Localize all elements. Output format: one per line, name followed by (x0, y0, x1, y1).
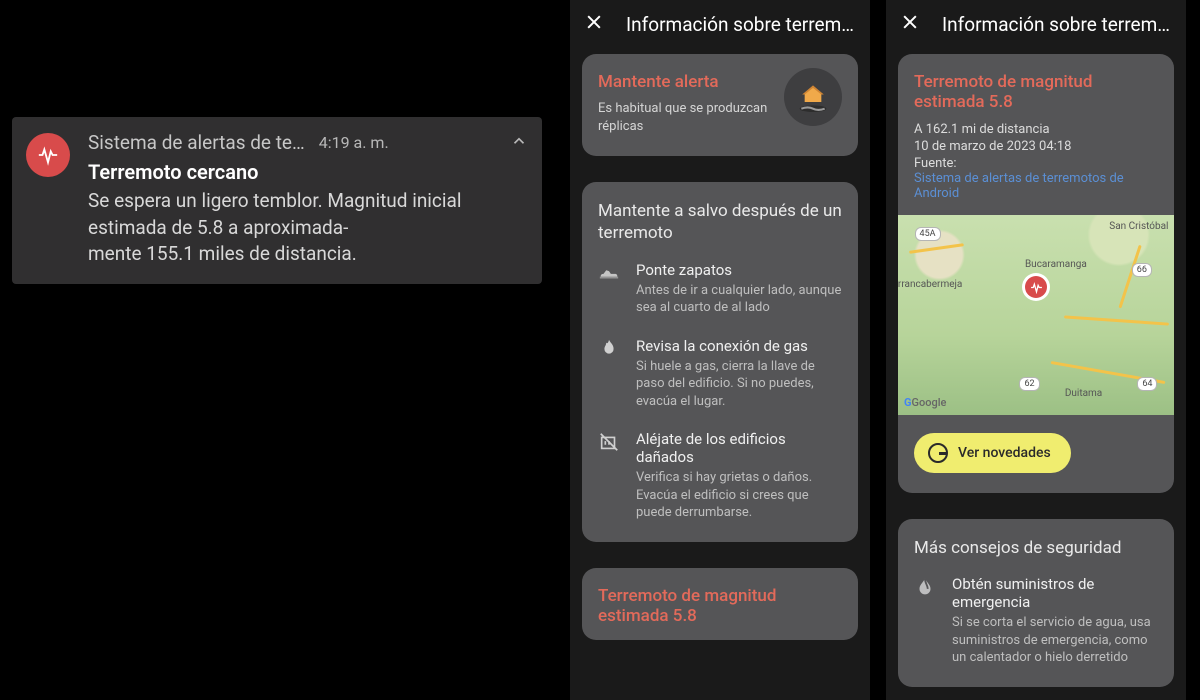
see-news-button[interactable]: Ver novedades (914, 433, 1071, 473)
tip-desc: Antes de ir a cualquier lado, aunque sea… (636, 282, 842, 317)
stay-alert-title: Mantente alerta (598, 72, 770, 92)
tip-label: Revisa la conexión de gas (636, 337, 842, 355)
notification-title: Terremoto cercano (88, 160, 528, 184)
chevron-up-icon[interactable] (510, 132, 528, 154)
screen-quake-detail: Información sobre terremot… Terremoto de… (886, 0, 1186, 700)
quake-distance: A 162.1 mi de distancia (914, 122, 1158, 137)
chip-label: Ver novedades (958, 445, 1051, 461)
quake-map[interactable]: 45A 66 64 62 Bucaramanga arrancabermeja … (898, 215, 1174, 415)
seismic-icon (26, 133, 70, 177)
gas-flame-icon (598, 338, 620, 360)
quake-date: 10 de marzo de 2023 04:18 (914, 139, 1158, 154)
tip-label: Obtén suministros de emergencia (952, 575, 1158, 611)
more-safety-card: Más consejos de seguridad Obtén suminist… (898, 519, 1174, 687)
tip-label: Aléjate de los edificios dañados (636, 430, 842, 466)
screen-safety: Información sobre terremot… Mantente ale… (570, 0, 870, 700)
route-badge: 62 (1019, 377, 1039, 391)
water-drop-icon (914, 576, 936, 598)
appbar-title: Información sobre terremot… (626, 13, 856, 36)
city-label: Bucaramanga (1025, 259, 1087, 270)
tip-label: Ponte zapatos (636, 261, 842, 279)
quake-source-link[interactable]: Sistema de alertas de terremotos de Andr… (914, 171, 1158, 201)
safe-after-title: Mantente a salvo después de un terremoto (598, 200, 842, 244)
earthquake-notification[interactable]: Sistema de alertas de te… 4:19 a. m. Ter… (12, 117, 542, 284)
quake-detail-card: Terremoto de magnitud estimada 5.8 A 162… (898, 54, 1174, 493)
shoe-icon (598, 262, 620, 284)
city-label: San Cristóbal (1109, 221, 1168, 232)
route-badge: 66 (1132, 263, 1152, 277)
tip-desc: Si se corta el servicio de agua, usa sum… (952, 614, 1158, 667)
quake-peek-card[interactable]: Terremoto de magnitud estimada 5.8 (582, 568, 858, 640)
appbar-title: Información sobre terremot… (942, 13, 1172, 36)
tip-desc: Si huele a gas, cierra la llave de paso … (636, 358, 842, 411)
close-icon[interactable] (584, 12, 604, 36)
quake-title: Terremoto de magnitud estimada 5.8 (914, 72, 1158, 112)
notification-time: 4:19 a. m. (319, 133, 389, 152)
quake-source-label: Fuente: (914, 156, 1158, 171)
tip-shoes: Ponte zapatos Antes de ir a cualquier la… (598, 261, 842, 317)
tip-building: Aléjate de los edificios dañados Verific… (598, 430, 842, 522)
epicenter-icon (1025, 276, 1047, 298)
city-label: Duitama (1065, 388, 1102, 399)
tip-gas: Revisa la conexión de gas Si huele a gas… (598, 337, 842, 411)
google-g-icon (928, 443, 948, 463)
safe-after-card: Mantente a salvo después de un terremoto… (582, 182, 858, 542)
stay-alert-subtitle: Es habitual que se produzcan réplicas (598, 100, 770, 136)
close-icon[interactable] (900, 12, 920, 36)
route-badge: 64 (1137, 377, 1157, 391)
damaged-building-icon (598, 431, 620, 453)
tip-desc: Verifica si hay grietas o daños. Evacúa … (636, 469, 842, 522)
appbar: Información sobre terremot… (570, 0, 870, 54)
stay-alert-card[interactable]: Mantente alerta Es habitual que se produ… (582, 54, 858, 156)
notification-body: Se espera un ligero temblor. Magnitud in… (88, 188, 528, 268)
route-badge: 45A (915, 227, 941, 241)
tip-supplies: Obtén suministros de emergencia Si se co… (914, 575, 1158, 667)
notification-app-name: Sistema de alertas de te… (88, 131, 305, 154)
city-label: arrancabermeja (898, 279, 962, 290)
house-aftershock-icon (784, 68, 842, 126)
google-logo: GGoogle (904, 396, 946, 409)
quake-peek-title: Terremoto de magnitud estimada 5.8 (598, 586, 842, 626)
more-safety-title: Más consejos de seguridad (914, 537, 1158, 559)
appbar: Información sobre terremot… (886, 0, 1186, 54)
